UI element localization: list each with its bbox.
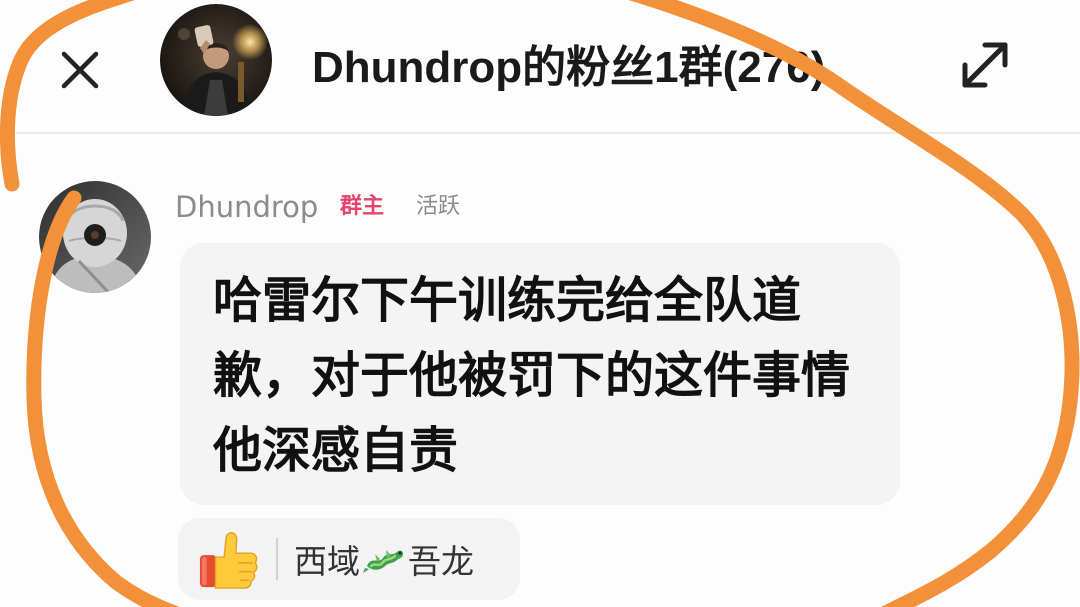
- reactor-name-part: 吾龙: [408, 542, 474, 581]
- message-line: 歉，对于他被罚下的这件事情: [213, 347, 851, 404]
- header-divider: [0, 132, 1080, 134]
- reaction-pill[interactable]: 西域 吾龙: [178, 518, 520, 600]
- reactor-name: 西域 吾龙: [294, 518, 474, 600]
- chat-screen: Dhundrop的粉丝1群(276) Dhundrop 群主 活跃 哈雷尔下午训…: [0, 0, 1080, 607]
- close-icon: [61, 51, 99, 89]
- expand-button[interactable]: [956, 36, 1014, 94]
- group-title[interactable]: Dhundrop的粉丝1群(276): [312, 40, 825, 96]
- group-avatar[interactable]: [160, 4, 272, 116]
- sender-avatar[interactable]: [39, 181, 151, 293]
- sender-name[interactable]: Dhundrop: [175, 188, 318, 226]
- role-badge: 群主: [340, 194, 385, 219]
- reaction-divider: [276, 538, 278, 580]
- message-bubble[interactable]: 哈雷尔下午训练完给全队道 歉，对于他被罚下的这件事情 他深感自责: [180, 243, 900, 505]
- sender-avatar-image: [39, 181, 151, 293]
- thumbs-up-icon: [198, 528, 260, 590]
- group-avatar-image: [160, 4, 272, 116]
- dragon-icon: [363, 550, 403, 573]
- message-line: 哈雷尔下午训练完给全队道: [213, 272, 802, 329]
- message-line: 他深感自责: [213, 422, 459, 479]
- reactor-name-part: 西域: [294, 542, 360, 581]
- close-button[interactable]: [56, 46, 104, 94]
- activity-badge: 活跃: [416, 194, 461, 219]
- expand-icon: [962, 42, 1008, 88]
